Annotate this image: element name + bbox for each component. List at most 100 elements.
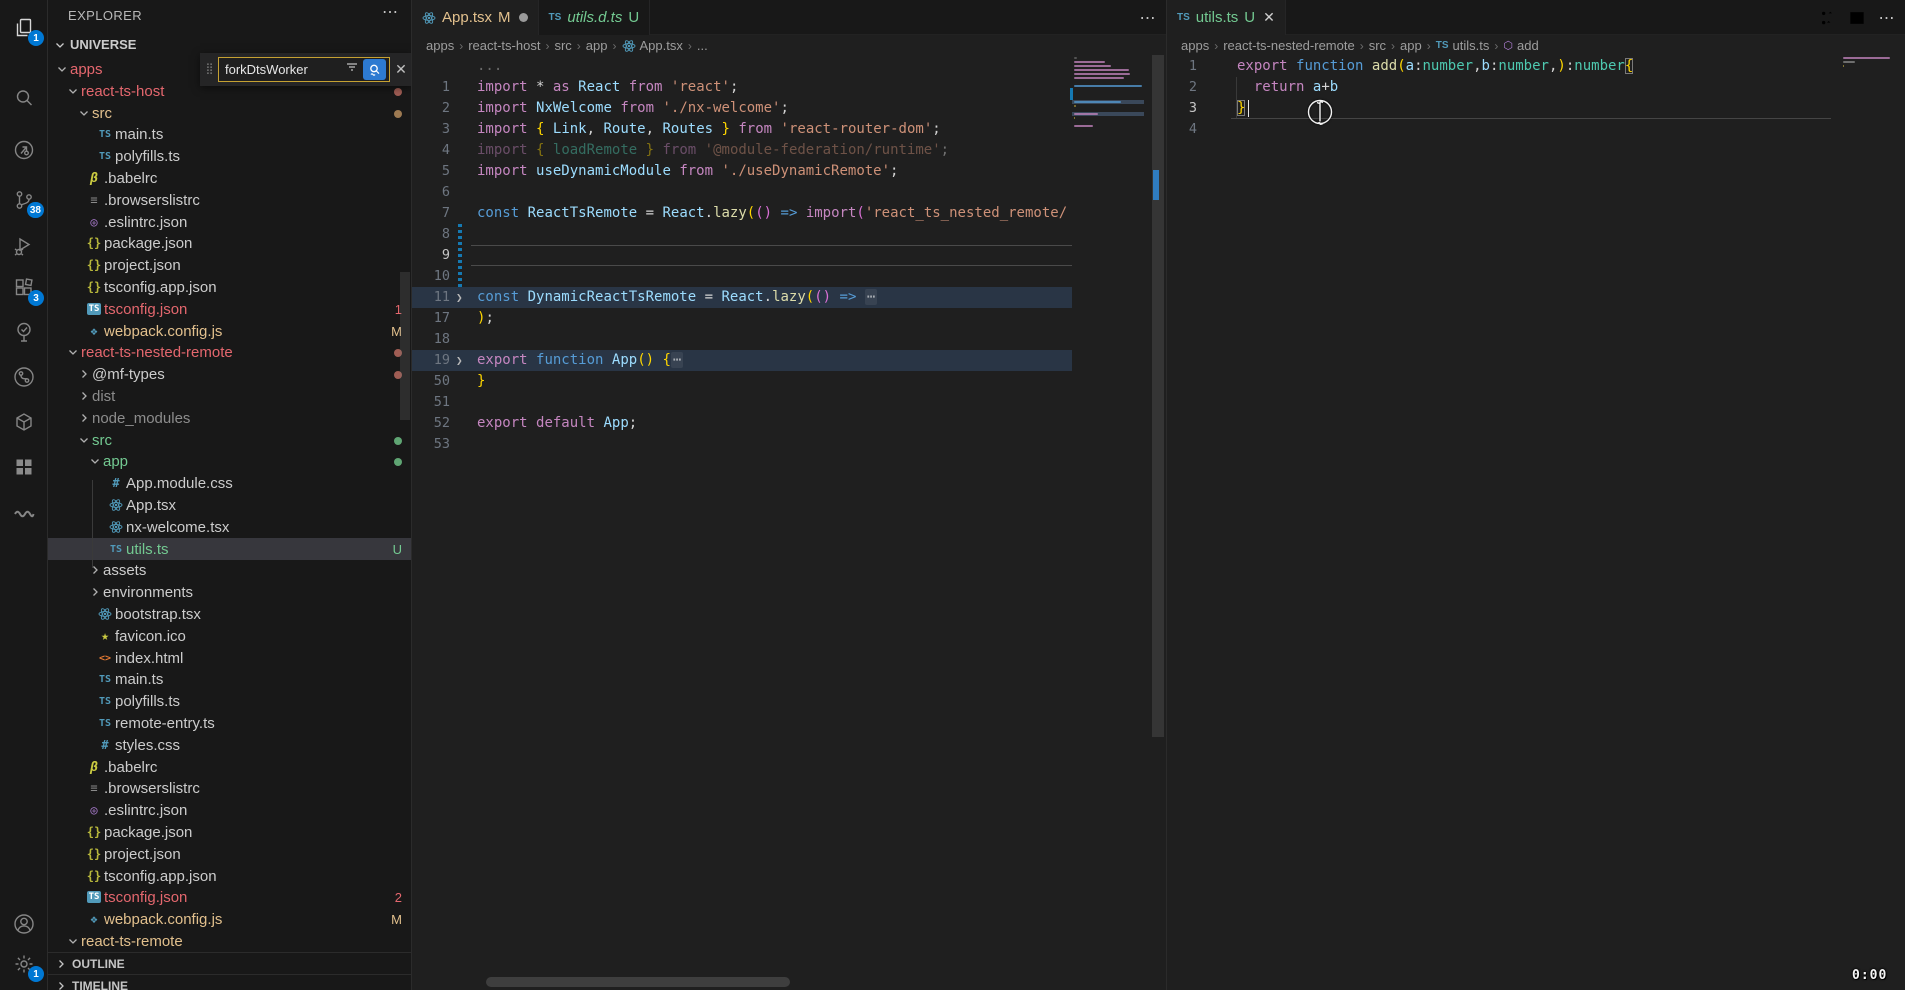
tree-file-.eslintrc.json[interactable]: ◎.eslintrc.json (48, 211, 412, 233)
search-icon[interactable] (0, 78, 48, 118)
tree-folder-@mf-types[interactable]: @mf-types (48, 363, 412, 385)
close-icon[interactable]: ✕ (1263, 9, 1275, 26)
tree-file-polyfills.ts[interactable]: TSpolyfills.ts (48, 690, 412, 712)
more-actions-icon[interactable]: ⋯ (378, 2, 402, 26)
minimap[interactable] (1841, 56, 1905, 256)
tree-folder-src[interactable]: src (48, 102, 412, 124)
breadcrumb-item[interactable]: utils.ts (1453, 38, 1490, 53)
breadcrumb-item[interactable]: ... (697, 38, 708, 53)
tree-file-styles.css[interactable]: #styles.css (48, 734, 412, 756)
tree-folder-dist[interactable]: dist (48, 385, 412, 407)
tree-file-polyfills.ts[interactable]: TSpolyfills.ts (48, 145, 412, 167)
breadcrumb-item[interactable]: app (1400, 38, 1422, 53)
tree-file-.eslintrc.json[interactable]: ◎.eslintrc.json (48, 799, 412, 821)
fuzzy-match-toggle[interactable] (363, 59, 386, 80)
file-type-icon: # (106, 476, 126, 490)
tree-file-tsconfig.json[interactable]: TStsconfig.json2 (48, 886, 412, 908)
tree-file-tsconfig.json[interactable]: TStsconfig.json1 (48, 298, 412, 320)
tree-file-main.ts[interactable]: TSmain.ts (48, 668, 412, 690)
tree-file-project.json[interactable]: {}project.json (48, 254, 412, 276)
tree-file-bootstrap.tsx[interactable]: bootstrap.tsx (48, 603, 412, 625)
tree-folder-react-ts-remote[interactable]: react-ts-remote (48, 930, 412, 952)
horizontal-scrollbar[interactable] (486, 977, 790, 987)
tree-file-favicon.ico[interactable]: ★favicon.ico (48, 625, 412, 647)
fold-chevron-icon[interactable]: ❯ (456, 350, 463, 371)
code-line-18: 18 (412, 329, 1072, 350)
tree-file-webpack.config.js[interactable]: ❖webpack.config.jsM (48, 320, 412, 342)
sidebar-scrollbar[interactable] (400, 272, 410, 420)
extensions-icon[interactable]: 3 (0, 268, 48, 308)
tree-file-webpack.config.js[interactable]: ❖webpack.config.jsM (48, 908, 412, 930)
tree-file-tsconfig.app.json[interactable]: {}tsconfig.app.json (48, 865, 412, 887)
breadcrumb[interactable]: apps›react-ts-host›src›app›App.tsx›... (412, 35, 1166, 56)
dirty-dot-icon[interactable] (519, 13, 528, 22)
tree-file-utils.ts[interactable]: TSutils.tsU (48, 538, 412, 560)
tree-file-project.json[interactable]: {}project.json (48, 843, 412, 865)
tab-app.tsx[interactable]: App.tsxM (412, 0, 539, 35)
tree-file-.browserslistrc[interactable]: ≡.browserslistrc (48, 189, 412, 211)
tab-utils.d.ts[interactable]: TSutils.d.tsU (539, 0, 651, 35)
vertical-scrollbar[interactable] (1152, 55, 1164, 737)
code-editor[interactable]: 1export function add(a:number,b:number,)… (1167, 56, 1831, 990)
section-outline[interactable]: OUTLINE (48, 952, 412, 974)
find-input-value[interactable]: forkDtsWorker (225, 62, 341, 77)
tree-folder-node-modules[interactable]: node_modules (48, 407, 412, 429)
tree-folder-environments[interactable]: environments (48, 581, 412, 603)
tree-file-.babelrc[interactable]: β.babelrc (48, 167, 412, 189)
tree-file-nx-welcome.tsx[interactable]: nx-welcome.tsx (48, 516, 412, 538)
tree-file-main.ts[interactable]: TSmain.ts (48, 123, 412, 145)
panel-grid-icon[interactable] (0, 447, 48, 487)
more-icon[interactable]: ⋯ (1875, 6, 1899, 30)
code-line-17: 17); (412, 308, 1072, 329)
run-and-debug-icon[interactable] (0, 226, 48, 266)
section-timeline[interactable]: TIMELINE (48, 974, 412, 990)
breadcrumb[interactable]: apps›react-ts-nested-remote›src›app›TSut… (1167, 35, 1905, 56)
tree-file-app.module.css[interactable]: #App.module.css (48, 472, 412, 494)
more-icon[interactable]: ⋯ (1136, 6, 1160, 30)
fold-chevron-icon[interactable]: ❯ (456, 287, 463, 308)
tree-file-index.html[interactable]: <>index.html (48, 647, 412, 669)
breadcrumb-item[interactable]: apps (426, 38, 454, 53)
chevron-right-icon: › (459, 39, 463, 53)
code-editor[interactable]: ...1import * as React from 'react';2impo… (412, 56, 1072, 990)
breadcrumb-item[interactable]: apps (1181, 38, 1209, 53)
compare-icon[interactable] (1815, 6, 1839, 30)
project-view-icon[interactable] (0, 312, 48, 352)
code-line-3: 3import { Link, Route, Routes } from 're… (412, 119, 1072, 140)
breadcrumb-item[interactable]: react-ts-nested-remote (1223, 38, 1355, 53)
file-type-icon: TS (95, 674, 115, 685)
explorer-icon[interactable]: 1 (0, 8, 48, 48)
drag-handle-icon[interactable]: ⣿ (200, 65, 218, 74)
filter-icon[interactable] (345, 60, 359, 79)
breadcrumb-item[interactable]: src (1369, 38, 1386, 53)
references-view-icon[interactable] (0, 130, 48, 170)
wave-view-icon[interactable] (0, 492, 48, 532)
tree-folder-assets[interactable]: assets (48, 559, 412, 581)
tree-folder-react-ts-nested-remote[interactable]: react-ts-nested-remote (48, 341, 412, 363)
close-icon[interactable]: ✕ (390, 61, 412, 78)
breadcrumb-item[interactable]: src (554, 38, 571, 53)
file-type-icon: TS (95, 718, 115, 729)
tree-file-remote-entry.ts[interactable]: TSremote-entry.ts (48, 712, 412, 734)
breadcrumb-item[interactable]: add (1517, 38, 1539, 53)
breadcrumb-item[interactable]: app (586, 38, 608, 53)
tree-file-.babelrc[interactable]: β.babelrc (48, 756, 412, 778)
git-graph-icon[interactable] (0, 357, 48, 397)
tree-file-package.json[interactable]: {}package.json (48, 232, 412, 254)
breadcrumb-item[interactable]: react-ts-host (468, 38, 540, 53)
split-icon[interactable] (1845, 6, 1869, 30)
tree-file-package.json[interactable]: {}package.json (48, 821, 412, 843)
breadcrumb-item[interactable]: App.tsx (640, 38, 683, 53)
tree-find-input[interactable]: forkDtsWorker (218, 57, 390, 82)
tree-folder-app[interactable]: app (48, 450, 412, 472)
tree-file-app.tsx[interactable]: App.tsx (48, 494, 412, 516)
tree-file-.browserslistrc[interactable]: ≡.browserslistrc (48, 777, 412, 799)
tree-folder-src[interactable]: src (48, 429, 412, 451)
accounts-icon[interactable] (0, 904, 48, 944)
tab-utils.ts[interactable]: TSutils.tsU✕ (1167, 0, 1286, 35)
source-control-icon[interactable]: 38 (0, 180, 48, 220)
manage-icon[interactable]: 1 (0, 944, 48, 984)
tree-file-tsconfig.app.json[interactable]: {}tsconfig.app.json (48, 276, 412, 298)
minimap[interactable] (1072, 56, 1144, 256)
nx-console-icon[interactable] (0, 402, 48, 442)
